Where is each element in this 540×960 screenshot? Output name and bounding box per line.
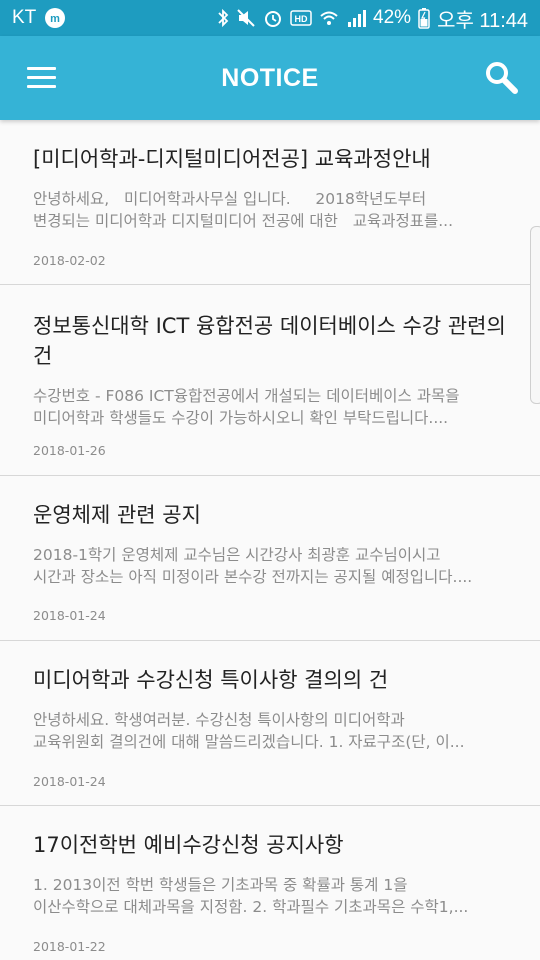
alarm-icon <box>263 8 283 28</box>
notice-summary-line-1: 수강번호 - F086 ICT융합전공에서 개설되는 데이터베이스 과목을 <box>33 387 460 405</box>
search-icon <box>486 62 518 94</box>
notice-summary-line-2: 교육위원회 결의건에 대해 말씀드리겠습니다. 1. 자료구조(단, 이... <box>33 733 465 751</box>
notice-title: 17이전학번 예비수강신청 공지사항 <box>33 833 344 857</box>
notice-summary-line-1: 안녕하세요. 학생여러분. 수강신청 특이사항의 미디어학과 <box>33 711 405 729</box>
notice-summary: 안녕하세요, 미디어학과사무실 입니다. 2018학년도부터 변경되는 미디어학… <box>33 188 510 232</box>
notice-summary: 2018-1학기 운영체제 교수님은 시간강사 최광훈 교수님이시고 시간과 장… <box>33 544 510 588</box>
notice-summary-line-2: 변경되는 미디어학과 디지털미디어 전공에 대한 교육과정표를... <box>33 212 454 230</box>
notice-date: 2018-01-24 <box>33 774 106 789</box>
mute-icon <box>236 8 256 28</box>
notice-title: [미디어학과-디지털미디어전공] 교육과정안내 <box>33 147 431 171</box>
battery-charging-icon <box>418 7 430 29</box>
notice-item-1[interactable]: [미디어학과-디지털미디어전공] 교육과정안내 안녕하세요, 미디어학과사무실 … <box>0 120 540 285</box>
notice-list[interactable]: [미디어학과-디지털미디어전공] 교육과정안내 안녕하세요, 미디어학과사무실 … <box>0 120 540 960</box>
bluetooth-icon <box>217 8 229 28</box>
notice-item-4[interactable]: 미디어학과 수강신청 특이사항 결의의 건 안녕하세요. 학생여러분. 수강신청… <box>0 641 540 806</box>
wifi-icon <box>319 8 339 28</box>
page-title: NOTICE <box>221 63 319 92</box>
status-bar-left: KT m <box>12 7 66 29</box>
notice-item-3[interactable]: 운영체제 관련 공지 2018-1학기 운영체제 교수님은 시간강사 최광훈 교… <box>0 476 540 641</box>
notice-item-2[interactable]: 정보통신대학 ICT 융합전공 데이터베이스 수강 관련의 건 수강번호 - F… <box>0 285 540 476</box>
svg-text:HD: HD <box>295 14 308 24</box>
battery-percent: 42% <box>373 7 412 28</box>
notice-summary: 안녕하세요. 학생여러분. 수강신청 특이사항의 미디어학과 교육위원회 결의건… <box>33 709 510 753</box>
notice-item-5[interactable]: 17이전학번 예비수강신청 공지사항 1. 2013이전 학번 학생들은 기초과… <box>0 806 540 960</box>
search-button[interactable] <box>482 58 522 98</box>
status-bar: KT m HD 42% 오후 11:44 <box>0 0 540 36</box>
clock-time: 오후 11:44 <box>437 9 528 32</box>
hd-icon: HD <box>290 9 312 27</box>
notice-summary-line-2: 미디어학과 학생들도 수강이 가능하시오니 확인 부탁드립니다.... <box>33 409 449 427</box>
notice-title: 미디어학과 수강신청 특이사항 결의의 건 <box>33 668 389 692</box>
notice-title: 정보통신대학 ICT 융합전공 데이터베이스 수강 관련의 건 <box>33 314 506 368</box>
notice-summary-line-1: 1. 2013이전 학번 학생들은 기초과목 중 확률과 통계 1을 <box>33 876 408 894</box>
notice-summary-line-1: 2018-1학기 운영체제 교수님은 시간강사 최광훈 교수님이시고 <box>33 546 441 564</box>
app-notification-icon: m <box>44 7 66 29</box>
edge-panel-handle[interactable] <box>530 226 540 404</box>
app-bar: NOTICE <box>0 36 540 120</box>
status-bar-right: HD 42% 오후 11:44 <box>217 4 528 33</box>
notice-summary: 1. 2013이전 학번 학생들은 기초과목 중 확률과 통계 1을 이산수학으… <box>33 874 510 918</box>
notice-summary-line-2: 이산수학으로 대체과목을 지정함. 2. 학과필수 기초과목은 수학1,... <box>33 898 469 916</box>
svg-text:m: m <box>50 13 60 25</box>
notice-title: 운영체제 관련 공지 <box>33 503 201 527</box>
signal-icon <box>346 8 367 28</box>
notice-summary-line-1: 안녕하세요, 미디어학과사무실 입니다. 2018학년도부터 <box>33 190 427 208</box>
notice-date: 2018-01-22 <box>33 939 106 954</box>
notice-date: 2018-02-02 <box>33 253 106 268</box>
carrier-label: KT <box>12 7 37 28</box>
notice-summary-line-2: 시간과 장소는 아직 미정이라 본수강 전까지는 공지될 예정입니다.... <box>33 568 473 586</box>
notice-summary: 수강번호 - F086 ICT융합전공에서 개설되는 데이터베이스 과목을 미디… <box>33 385 510 429</box>
notice-date: 2018-01-26 <box>33 443 106 458</box>
notice-date: 2018-01-24 <box>33 608 106 623</box>
